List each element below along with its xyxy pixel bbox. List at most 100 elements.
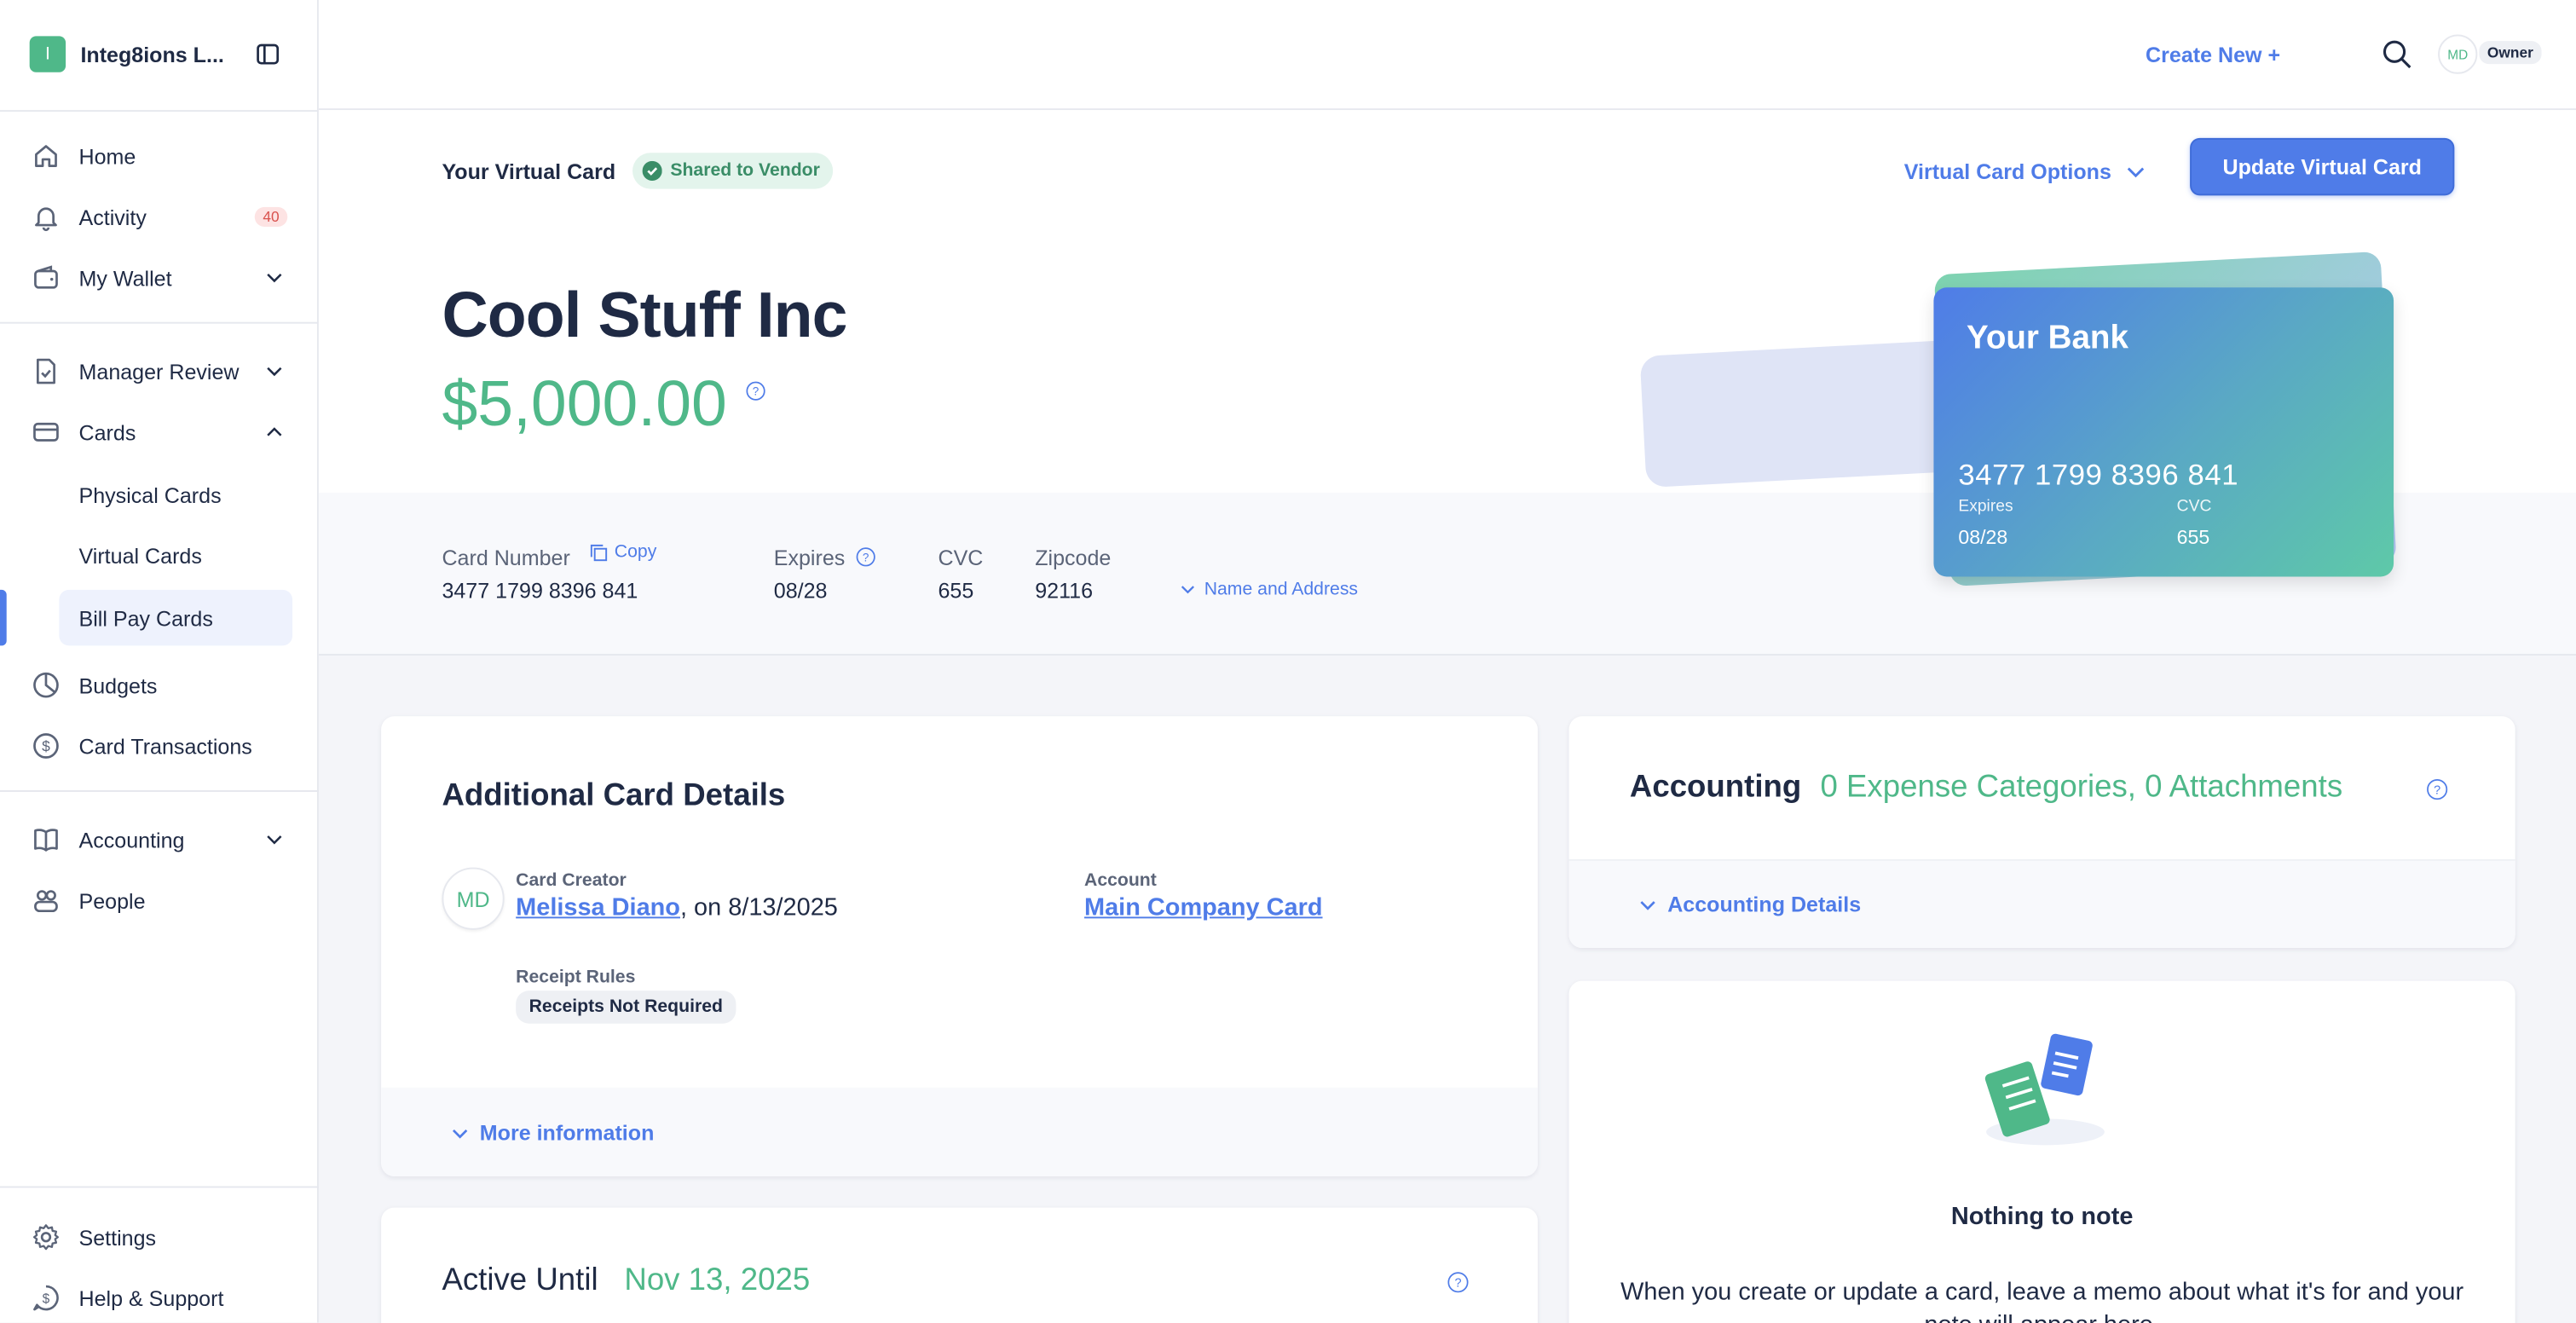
divider bbox=[0, 110, 319, 113]
copy-icon bbox=[590, 543, 608, 561]
zipcode-value: 92116 bbox=[1035, 578, 1094, 604]
chevron-up-icon bbox=[267, 427, 282, 436]
cvc-label: CVC bbox=[938, 545, 984, 570]
creator-avatar: MD bbox=[442, 867, 505, 930]
help-icon[interactable]: ? bbox=[746, 381, 765, 401]
name-address-toggle[interactable]: Name and Address bbox=[1180, 580, 1358, 599]
top-header: Create New + MD Owner bbox=[318, 0, 2576, 111]
sidebar-item-label: Help & Support bbox=[78, 1285, 224, 1311]
sidebar-item-label: Home bbox=[78, 143, 136, 169]
check-circle-icon bbox=[642, 160, 662, 182]
panel-footer: More information bbox=[381, 1087, 1538, 1176]
org-name: Integ8ions L... bbox=[80, 42, 224, 67]
card-visual: Your Bank 3477 1799 8396 841 Expires 08/… bbox=[1933, 287, 2394, 577]
help-icon[interactable]: ? bbox=[2427, 779, 2448, 800]
accounting-details-label: Accounting Details bbox=[1667, 892, 1862, 917]
accounting-panel: Accounting 0 Expense Categories, 0 Attac… bbox=[1568, 716, 2515, 949]
notes-empty-title: Nothing to note bbox=[1950, 1202, 2134, 1231]
org-switcher[interactable]: I Integ8ions L... bbox=[29, 36, 232, 72]
active-indicator bbox=[0, 589, 7, 646]
svg-text:?: ? bbox=[863, 551, 869, 563]
sidebar-item-accounting[interactable]: Accounting bbox=[0, 812, 319, 868]
status-text: Shared to Vendor bbox=[670, 160, 820, 182]
sidebar-item-label: Accounting bbox=[78, 827, 185, 852]
sidebar-item-label: Bill Pay Cards bbox=[78, 605, 213, 631]
sidebar-item-wallet[interactable]: My Wallet bbox=[0, 250, 319, 306]
sidebar-toggle-icon[interactable] bbox=[257, 43, 280, 66]
creator-date: , on 8/13/2025 bbox=[679, 893, 838, 922]
search-icon[interactable] bbox=[2381, 38, 2414, 71]
sidebar-item-manager-review[interactable]: Manager Review bbox=[0, 344, 319, 400]
sidebar-item-label: Activity bbox=[78, 204, 147, 229]
virtual-card-label: Your Virtual Card bbox=[442, 159, 616, 184]
copy-label: Copy bbox=[614, 542, 657, 563]
sidebar-item-people[interactable]: People bbox=[0, 872, 319, 928]
help-icon[interactable]: ? bbox=[856, 547, 875, 567]
additional-details-panel: Additional Card Details MD Card Creator … bbox=[381, 716, 1538, 1176]
merchant-name: Cool Stuff Inc bbox=[442, 280, 847, 352]
name-address-label: Name and Address bbox=[1204, 580, 1359, 600]
help-icon[interactable]: ? bbox=[1447, 1272, 1469, 1293]
sidebar-item-virtual-cards[interactable]: Virtual Cards bbox=[59, 528, 292, 584]
accounting-summary: 0 Expense Categories, 0 Attachments bbox=[1820, 770, 2343, 806]
sidebar-item-label: My Wallet bbox=[78, 265, 172, 291]
divider bbox=[0, 1186, 319, 1188]
active-until-label: Active Until bbox=[442, 1263, 598, 1298]
sidebar-item-label: Settings bbox=[78, 1224, 157, 1250]
card-visual-expires-label: Expires bbox=[1958, 497, 2013, 517]
dropdown-label: Virtual Card Options bbox=[1903, 159, 2111, 184]
document-check-icon bbox=[36, 358, 55, 384]
virtual-card-options-dropdown[interactable]: Virtual Card Options bbox=[1904, 159, 2148, 184]
card-number-value: 3477 1799 8396 841 bbox=[442, 578, 638, 604]
svg-text:?: ? bbox=[1454, 1277, 1461, 1291]
sidebar-item-help[interactable]: $ Help & Support bbox=[0, 1270, 319, 1323]
sidebar-item-budgets[interactable]: Budgets bbox=[0, 657, 319, 713]
card-visual-expires-value: 08/28 bbox=[1958, 525, 2008, 549]
sidebar-item-label: Cards bbox=[78, 419, 136, 445]
sidebar-item-label: Manager Review bbox=[78, 359, 240, 384]
sidebar-item-physical-cards[interactable]: Physical Cards bbox=[59, 466, 292, 523]
accounting-footer: Accounting Details bbox=[1568, 858, 2515, 949]
user-avatar[interactable]: MD bbox=[2438, 34, 2478, 74]
sidebar-item-card-transactions[interactable]: $ Card Transactions bbox=[0, 718, 319, 774]
activity-count-badge: 40 bbox=[254, 206, 288, 227]
card-visual-number: 3477 1799 8396 841 bbox=[1958, 458, 2239, 492]
card-creator-value: Melissa Diano, on 8/13/2025 bbox=[516, 893, 838, 921]
org-logo: I bbox=[29, 36, 66, 72]
sidebar: I Integ8ions L... Home Activity 40 My Wa… bbox=[0, 0, 319, 1323]
sidebar-item-cards[interactable]: Cards bbox=[0, 404, 319, 460]
status-badge: Shared to Vendor bbox=[632, 153, 834, 189]
account-label: Account bbox=[1084, 870, 1157, 891]
book-icon bbox=[34, 829, 58, 852]
create-new-button[interactable]: Create New + bbox=[2146, 43, 2280, 67]
card-visual-cvc-value: 655 bbox=[2176, 525, 2210, 549]
card-bank-name: Your Bank bbox=[1966, 320, 2128, 357]
chevron-down-icon bbox=[267, 835, 282, 845]
divider bbox=[0, 321, 319, 324]
chevron-down-icon bbox=[267, 273, 282, 283]
copy-button[interactable]: Copy bbox=[590, 542, 656, 562]
svg-text:?: ? bbox=[753, 385, 760, 398]
sidebar-item-home[interactable]: Home bbox=[0, 128, 319, 184]
role-badge: Owner bbox=[2479, 41, 2542, 65]
account-link[interactable]: Main Company Card bbox=[1084, 893, 1323, 921]
more-information-toggle[interactable]: More information bbox=[450, 1120, 654, 1145]
update-virtual-card-button[interactable]: Update Virtual Card bbox=[2190, 137, 2455, 196]
divider bbox=[0, 790, 319, 792]
svg-text:$: $ bbox=[42, 738, 50, 755]
notes-illustration-icon bbox=[1984, 1033, 2105, 1146]
accounting-details-toggle[interactable]: Accounting Details bbox=[1638, 892, 1862, 917]
help-chat-icon: $ bbox=[33, 1285, 59, 1311]
sidebar-item-settings[interactable]: Settings bbox=[0, 1209, 319, 1265]
sidebar-item-activity[interactable]: Activity 40 bbox=[0, 189, 319, 246]
expires-value: 08/28 bbox=[773, 578, 828, 604]
people-icon bbox=[34, 890, 58, 913]
sidebar-item-bill-pay-cards[interactable]: Bill Pay Cards bbox=[59, 589, 293, 646]
card-creator-label: Card Creator bbox=[516, 870, 627, 891]
creator-link[interactable]: Melissa Diano bbox=[516, 893, 680, 921]
more-information-label: More information bbox=[479, 1120, 655, 1146]
svg-text:?: ? bbox=[2434, 783, 2440, 797]
chevron-down-icon bbox=[452, 1129, 468, 1138]
notes-panel: Nothing to note When you create or updat… bbox=[1568, 980, 2515, 1323]
receipt-rules-badge: Receipts Not Required bbox=[516, 991, 736, 1024]
